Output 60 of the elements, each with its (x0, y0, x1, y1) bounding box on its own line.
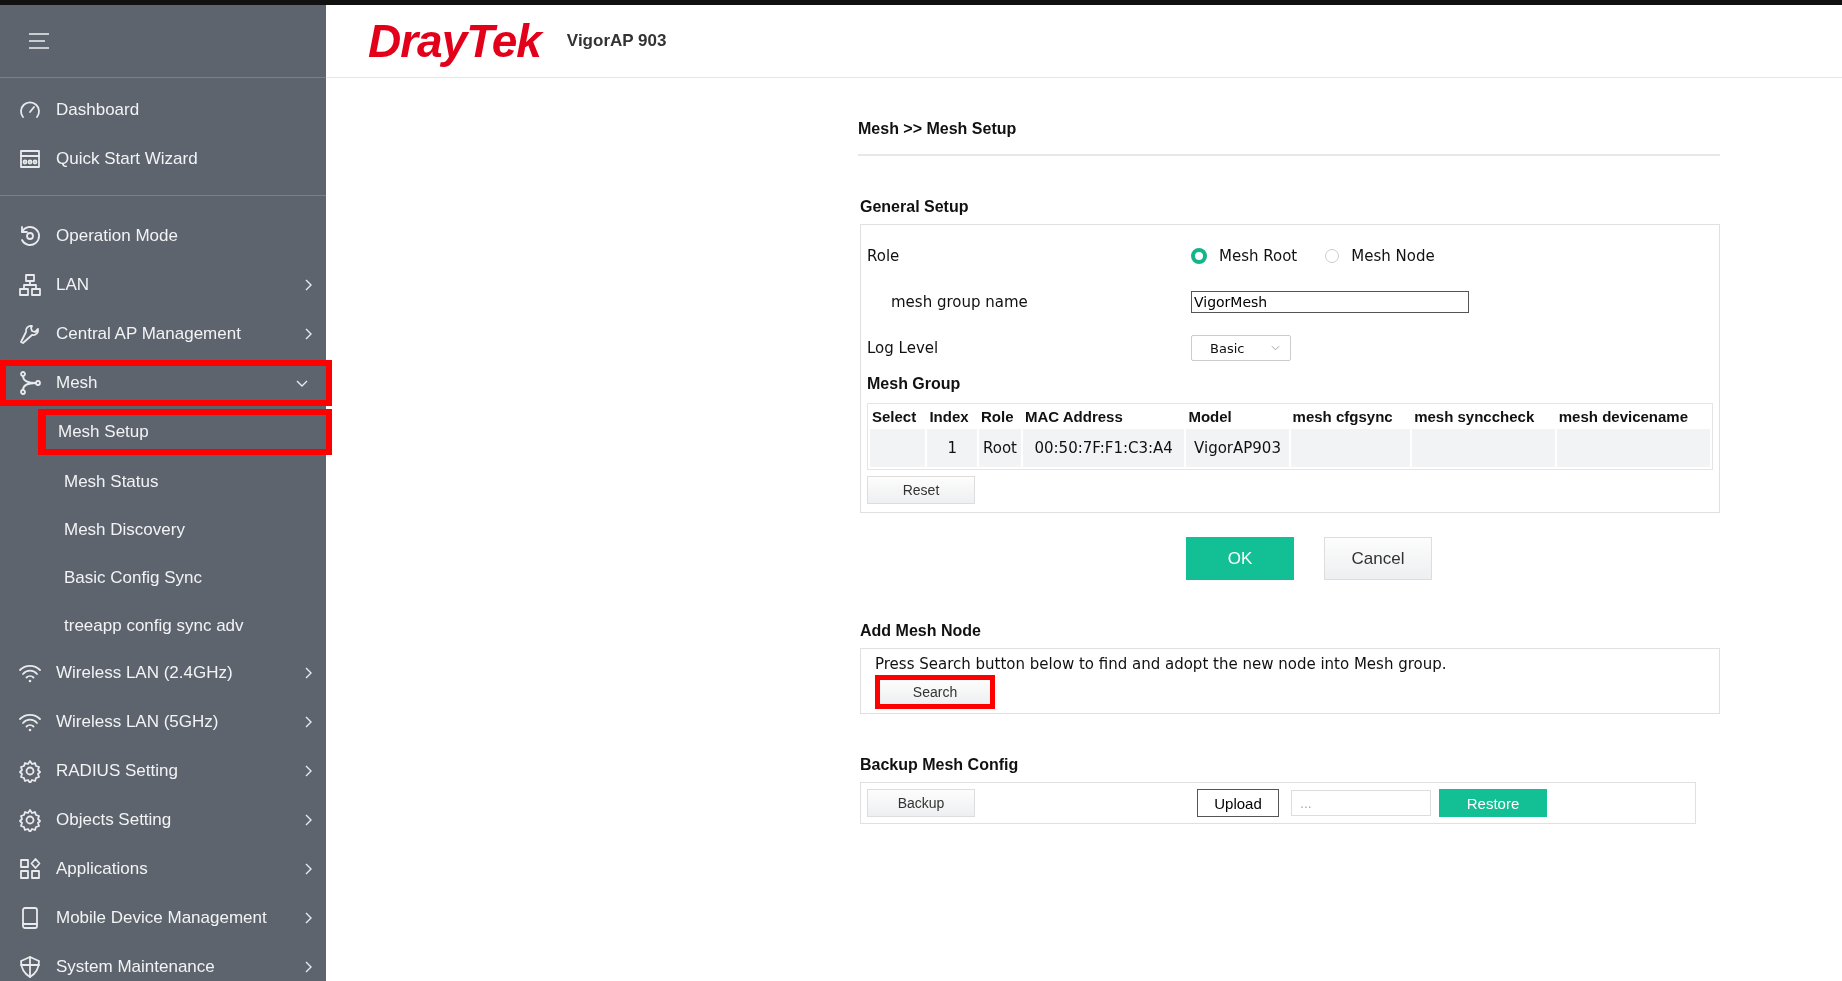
field-label: mesh group name (890, 293, 1029, 311)
sidebar-subitem[interactable]: Mesh Status (44, 461, 326, 503)
section-title: General Setup (860, 198, 970, 216)
column-header: mesh cfgsync (1291, 407, 1394, 427)
breadcrumb: Mesh >> Mesh Setup (858, 120, 1720, 156)
upload-button[interactable]: Upload (1197, 789, 1279, 817)
shield-icon (18, 955, 42, 979)
settings-icon (18, 808, 42, 832)
sidebar-subitem[interactable]: Basic Config Sync (44, 557, 326, 599)
radio-button[interactable]: Mesh Node (1325, 247, 1435, 265)
column-header: MAC Address (1024, 407, 1124, 427)
column-header: mesh devicename (1557, 407, 1690, 427)
description-text: Press Search button below to find and adopt the new node into Mesh group. (875, 655, 1448, 673)
search-button[interactable]: Search (875, 675, 995, 709)
table-cell: VigorAP903 (1186, 429, 1289, 467)
input-field[interactable]: VigorMesh (1191, 291, 1469, 313)
sidebar-item[interactable]: Mesh (0, 360, 332, 406)
column-header: Index (928, 407, 970, 427)
sidebar-subitem[interactable]: treeapp config sync adv (44, 605, 326, 647)
sidebar-item[interactable]: Objects Setting (0, 797, 326, 843)
sidebar-item[interactable]: Wireless LAN (5GHz) (0, 699, 326, 745)
table-cell: Root (979, 429, 1021, 467)
wrench-icon (18, 322, 42, 346)
settings-icon (18, 759, 42, 783)
sidebar-item[interactable]: Central AP Management (0, 311, 326, 357)
column-header: Select (871, 407, 918, 427)
reset-button[interactable]: Reset (867, 476, 975, 504)
section-title: Add Mesh Node (860, 622, 982, 640)
sidebar-item[interactable]: Applications (0, 846, 326, 892)
table-cell: 00:50:7F:F1:C3:A4 (1023, 429, 1185, 467)
menu-icon[interactable] (28, 32, 50, 50)
sidebar-subitem[interactable]: Mesh Discovery (44, 509, 326, 551)
dropdown[interactable]: Basic (1191, 335, 1291, 361)
branch-icon (18, 371, 42, 395)
table-cell: 1 (927, 429, 977, 467)
backup-button[interactable]: Backup (867, 789, 975, 817)
column-header: Model (1187, 407, 1233, 427)
field-label: Role (867, 247, 901, 265)
sidebar-item[interactable]: Mobile Device Management (0, 895, 326, 941)
apps-icon (18, 857, 42, 881)
field-label: Log Level (867, 339, 940, 357)
sidebar-item[interactable]: RADIUS Setting (0, 748, 326, 794)
cancel-button[interactable]: Cancel (1324, 537, 1432, 580)
section-title: Mesh Group (867, 375, 962, 393)
model-name: VigorAP 903 (566, 31, 667, 51)
column-header: Role (980, 407, 1015, 427)
column-header: mesh synccheck (1413, 407, 1536, 427)
file-field[interactable]: ... (1291, 790, 1431, 816)
mode-icon (18, 224, 42, 248)
sidebar-item[interactable]: LAN (0, 262, 326, 308)
caret-icon (1271, 345, 1280, 351)
network-icon (18, 273, 42, 297)
radio-button[interactable]: Mesh Root (1191, 247, 1298, 265)
sidebar-item[interactable]: Quick Start Wizard (0, 136, 326, 182)
wizard-icon (18, 147, 42, 171)
sidebar-item[interactable]: Operation Mode (0, 213, 326, 259)
sidebar-item[interactable]: Dashboard (0, 87, 326, 133)
section-title: Backup Mesh Config (860, 756, 1020, 774)
sidebar-item[interactable]: System Maintenance (0, 944, 326, 981)
sidebar-item[interactable]: Wireless LAN (2.4GHz) (0, 650, 326, 696)
